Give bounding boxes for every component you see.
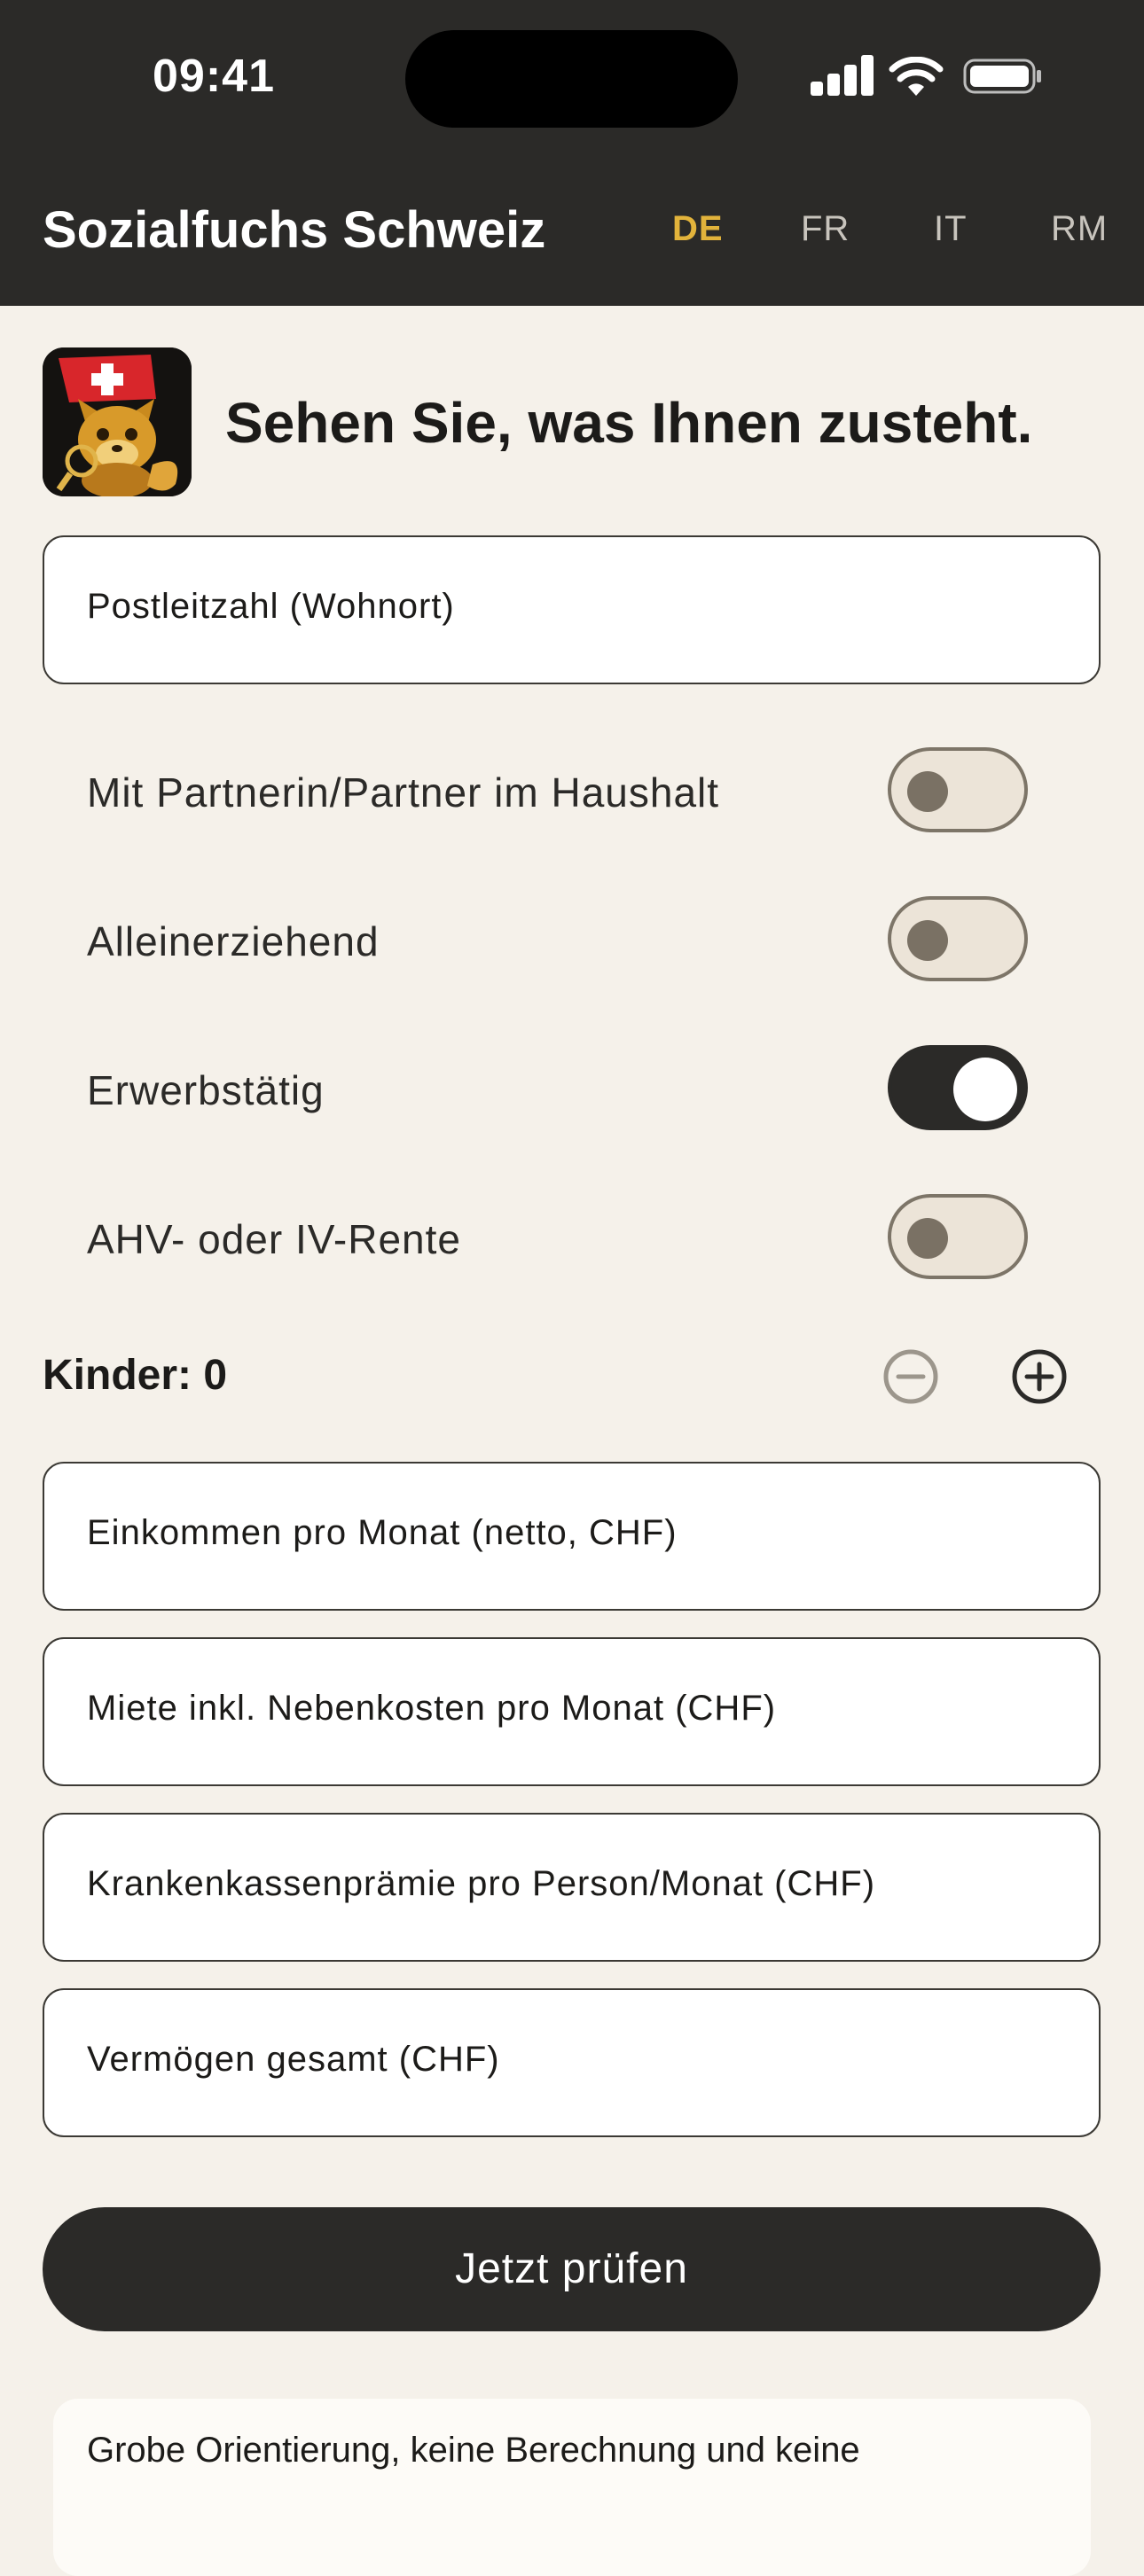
disclaimer-card: Grobe Orientierung, keine Berechnung und… (53, 2399, 1091, 2576)
toggle-row-single-parent: Alleinerziehend (43, 896, 1101, 985)
income-input[interactable]: Einkommen pro Monat (netto, CHF) (43, 1462, 1101, 1611)
employed-toggle[interactable] (888, 1045, 1028, 1130)
toggle-row-partner: Mit Partnerin/Partner im Haushalt (43, 747, 1101, 836)
postal-code-placeholder: Postleitzahl (Wohnort) (87, 587, 455, 626)
battery-icon (963, 59, 1041, 94)
dynamic-island (405, 30, 738, 128)
children-label: Kinder: 0 (43, 1351, 227, 1400)
rent-placeholder: Miete inkl. Nebenkosten pro Monat (CHF) (87, 1689, 777, 1728)
toggle-knob (907, 920, 948, 961)
hero: Sehen Sie, was Ihnen zusteht. (43, 347, 1107, 498)
children-label-text: Kinder: (43, 1352, 192, 1399)
language-it[interactable]: IT (934, 209, 968, 249)
status-bar: 09:41 (0, 0, 1144, 160)
toggle-label-partner: Mit Partnerin/Partner im Haushalt (87, 769, 720, 816)
pension-toggle[interactable] (888, 1194, 1028, 1279)
children-count: 0 (203, 1352, 228, 1399)
app-logo (43, 347, 192, 496)
language-fr[interactable]: FR (801, 209, 850, 249)
fox-detective-icon (43, 347, 192, 496)
cellular-signal-icon (811, 55, 874, 96)
assets-placeholder: Vermögen gesamt (CHF) (87, 2040, 500, 2079)
status-time: 09:41 (153, 51, 275, 102)
hero-title: Sehen Sie, was Ihnen zusteht. (225, 391, 1033, 455)
toggle-knob (953, 1058, 1017, 1121)
toggle-label-employed: Erwerbstätig (87, 1067, 325, 1113)
language-rm[interactable]: RM (1051, 209, 1108, 249)
single-parent-toggle[interactable] (888, 896, 1028, 981)
minus-circle-icon[interactable] (880, 1346, 942, 1408)
income-placeholder: Einkommen pro Monat (netto, CHF) (87, 1513, 678, 1552)
plus-circle-icon[interactable] (1008, 1346, 1070, 1408)
partner-toggle[interactable] (888, 747, 1028, 832)
language-de[interactable]: DE (672, 209, 724, 249)
toggle-knob (907, 771, 948, 812)
postal-code-input[interactable]: Postleitzahl (Wohnort) (43, 535, 1101, 684)
toggle-label-pension: AHV- oder IV-Rente (87, 1216, 461, 1262)
assets-input[interactable]: Vermögen gesamt (CHF) (43, 1988, 1101, 2137)
health-premium-input[interactable]: Krankenkassenprämie pro Person/Monat (CH… (43, 1813, 1101, 1962)
check-now-button[interactable]: Jetzt prüfen (43, 2207, 1101, 2331)
disclaimer-text: Grobe Orientierung, keine Berechnung und… (87, 2431, 860, 2470)
toggle-row-employed: Erwerbstätig (43, 1045, 1101, 1134)
toggle-knob (907, 1218, 948, 1259)
health-premium-placeholder: Krankenkassenprämie pro Person/Monat (CH… (87, 1864, 876, 1903)
toggle-row-pension: AHV- oder IV-Rente (43, 1194, 1101, 1283)
rent-input[interactable]: Miete inkl. Nebenkosten pro Monat (CHF) (43, 1637, 1101, 1786)
toggle-label-single-parent: Alleinerziehend (87, 918, 380, 964)
app-header: Sozialfuchs Schweiz DE FR IT RM (0, 160, 1144, 306)
children-stepper: Kinder: 0 (43, 1340, 1101, 1429)
wifi-icon (889, 57, 944, 96)
app-title: Sozialfuchs Schweiz (43, 201, 546, 259)
